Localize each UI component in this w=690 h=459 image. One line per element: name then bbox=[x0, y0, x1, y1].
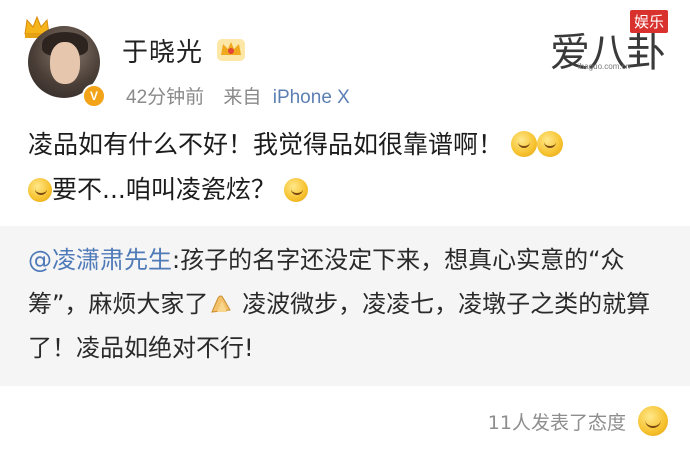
post-text-line: 要不...咱叫凌瓷炫？ bbox=[28, 170, 678, 210]
mention-link[interactable]: @凌潇肃先生 bbox=[28, 246, 172, 274]
post-text: 凌品如有什么不好！我觉得品如很靠谱啊！ bbox=[28, 130, 504, 159]
weibo-post: V 于晓光 42分钟前 来自 iPhone X 爱八卦 娱乐 ibaguo.co… bbox=[0, 0, 690, 459]
reactions-count: 11人发表了态度 bbox=[487, 412, 626, 434]
doge-emoji-icon bbox=[536, 131, 563, 157]
source-label: 来自 bbox=[223, 87, 262, 108]
pray-hands-icon bbox=[211, 295, 232, 313]
watermark: 爱八卦 娱乐 ibaguo.com.cn bbox=[546, 8, 690, 78]
reactions-bar[interactable]: 11人发表了态度 bbox=[488, 406, 668, 436]
device-link[interactable]: iPhone X bbox=[273, 87, 350, 108]
watermark-tag: 娱乐 bbox=[630, 10, 669, 33]
post-text: 要不...咱叫凌瓷炫？ bbox=[52, 175, 276, 204]
post-time: 42分钟前 bbox=[126, 87, 205, 108]
doge-emoji-icon bbox=[510, 131, 537, 157]
laugh-emoji-icon[interactable] bbox=[638, 406, 668, 436]
author-name[interactable]: 于晓光 bbox=[122, 32, 203, 69]
watermark-url: ibaguo.com.cn bbox=[578, 62, 631, 71]
quote-text: @凌潇肃先生:孩子的名字还没定下来，想真心实意的“众筹”，麻烦大家了 凌波微步，… bbox=[28, 238, 673, 370]
doge-emoji-icon bbox=[28, 178, 52, 202]
post-meta: 42分钟前 来自 iPhone X bbox=[126, 82, 350, 109]
reposted-quote[interactable]: @凌潇肃先生:孩子的名字还没定下来，想真心实意的“众筹”，麻烦大家了 凌波微步，… bbox=[0, 226, 690, 386]
author-avatar-group[interactable]: V bbox=[22, 14, 106, 108]
crown-icon[interactable] bbox=[216, 36, 246, 62]
grin-emoji-icon bbox=[283, 178, 308, 202]
post-text-line: 凌品如有什么不好！我觉得品如很靠谱啊！ bbox=[28, 125, 678, 165]
verified-badge-icon: V bbox=[82, 84, 106, 108]
